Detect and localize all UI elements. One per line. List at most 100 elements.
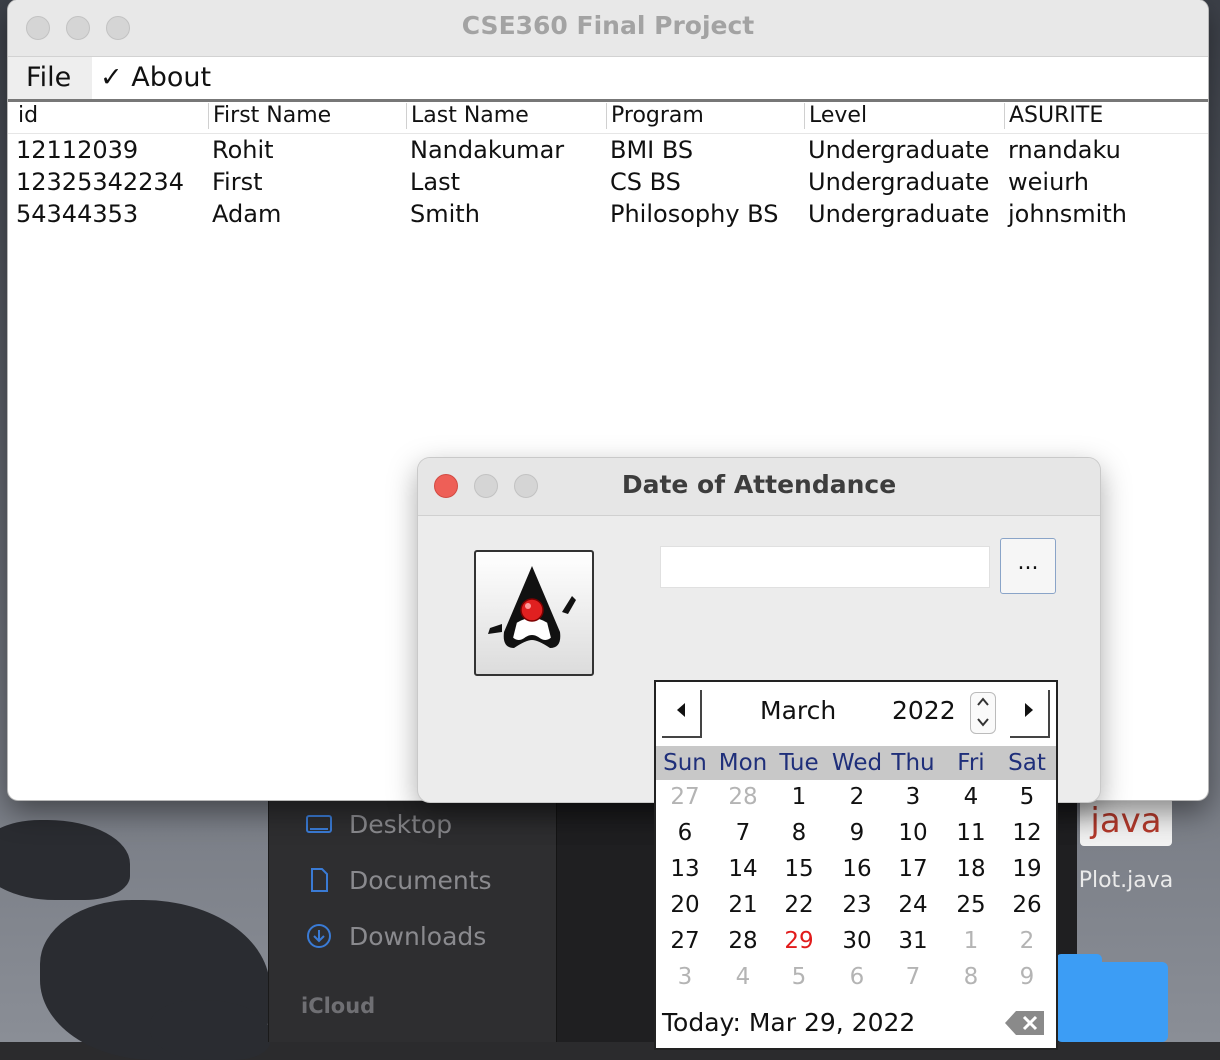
table-cell: rnandaku [1008,136,1121,164]
calendar-day-other-month[interactable]: 27 [656,784,714,810]
menu-about-label: About [131,62,212,93]
finder-section-icloud: iCloud [301,994,376,1018]
menu-about[interactable]: ✓ About [100,61,211,95]
table-cell: 12112039 [16,136,139,164]
calendar-day[interactable]: 24 [884,892,942,918]
table-cell: Last [410,168,460,196]
column-header[interactable]: Level [804,103,867,129]
calendar-day[interactable]: 30 [828,928,886,954]
calendar-day[interactable]: 27 [656,928,714,954]
date-field[interactable] [660,546,990,588]
calendar-day[interactable]: 8 [770,820,828,846]
finder-item-downloads[interactable]: Downloads [305,920,486,952]
finder-item-documents[interactable]: Documents [305,864,492,896]
weekday-label: Fri [957,750,985,776]
finder-sidebar: Desktop Documents Downloads iCloud [268,800,559,1042]
calendar-day-other-month[interactable]: 3 [656,964,714,990]
background-rock [0,820,130,900]
table-cell: Undergraduate [808,136,990,164]
table-cell: First [212,168,263,196]
calendar-day[interactable]: 2 [828,784,886,810]
folder-icon[interactable] [1056,954,1168,1042]
year-field[interactable]: 2022 [892,696,956,725]
table-row[interactable]: 12112039 Rohit Nandakumar BMI BS Undergr… [8,134,1208,166]
chevron-up-icon[interactable] [971,693,995,713]
calendar-day[interactable]: 20 [656,892,714,918]
table-row[interactable]: 54344353 Adam Smith Philosophy BS Underg… [8,198,1208,230]
menu-bar: File ✓ About [8,57,1208,102]
calendar-day[interactable]: 31 [884,928,942,954]
chevron-down-icon[interactable] [971,713,995,733]
calendar-day-other-month[interactable]: 2 [998,928,1056,954]
calendar-day[interactable]: 12 [998,820,1056,846]
column-header[interactable]: First Name [208,103,331,129]
calendar-day[interactable]: 25 [942,892,1000,918]
calendar-day-other-month[interactable]: 7 [884,964,942,990]
calendar-day[interactable]: 3 [884,784,942,810]
calendar-day[interactable]: 5 [998,784,1056,810]
dialog-title: Date of Attendance [621,470,897,499]
java-file-name[interactable]: Plot.java [1070,868,1182,893]
checkmark-icon: ✓ [100,62,123,93]
table-cell: johnsmith [1008,200,1127,228]
table-cell: Adam [212,200,282,228]
calendar-day[interactable]: 9 [828,820,886,846]
weekday-label: Wed [831,750,883,776]
calendar-day[interactable]: 4 [942,784,1000,810]
calendar-day[interactable]: 23 [828,892,886,918]
calendar-day-other-month[interactable]: 1 [942,928,1000,954]
caret-left-icon [675,702,687,723]
calendar-day[interactable]: 7 [714,820,772,846]
month-label[interactable]: March [760,696,836,725]
column-header[interactable]: Program [606,103,704,129]
calendar-day[interactable]: 10 [884,820,942,846]
table-cell: weiurh [1008,168,1089,196]
calendar-day[interactable]: 17 [884,856,942,882]
dialog-titlebar: Date of Attendance [418,458,1100,516]
table-cell: 54344353 [16,200,139,228]
calendar-day[interactable]: 26 [998,892,1056,918]
calendar-day[interactable]: 1 [770,784,828,810]
calendar-day[interactable]: 28 [714,928,772,954]
next-month-button[interactable] [1010,690,1050,738]
menu-file[interactable]: File [26,61,71,95]
today-button[interactable]: Today: Mar 29, 2022 [662,1008,915,1037]
calendar-popup: March 2022 Sun Mon Tue Wed Thu Fri Sat 2… [654,680,1058,1050]
calendar-day[interactable]: 15 [770,856,828,882]
calendar-day-other-month[interactable]: 9 [998,964,1056,990]
calendar-day-other-month[interactable]: 4 [714,964,772,990]
student-table[interactable]: id First Name Last Name Program Level AS… [8,101,1208,230]
weekday-header: Sun Mon Tue Wed Thu Fri Sat [656,746,1056,780]
calendar-day[interactable]: 6 [656,820,714,846]
column-header[interactable]: Last Name [406,103,529,129]
finder-item-desktop[interactable]: Desktop [305,808,452,840]
column-header[interactable]: id [14,103,38,129]
window-title: CSE360 Final Project [461,11,755,40]
calendar-day-other-month[interactable]: 28 [714,784,772,810]
table-cell: Philosophy BS [610,200,779,228]
calendar-day[interactable]: 21 [714,892,772,918]
calendar-day-other-month[interactable]: 8 [942,964,1000,990]
year-spinner[interactable] [970,692,996,734]
calendar-day[interactable]: 19 [998,856,1056,882]
calendar-day[interactable]: 18 [942,856,1000,882]
java-file-icon[interactable]: java [1080,798,1172,846]
calendar-day[interactable]: 11 [942,820,1000,846]
calendar-day[interactable]: 14 [714,856,772,882]
table-cell: Undergraduate [808,168,990,196]
date-picker-button[interactable]: ... [1000,538,1056,594]
calendar-day[interactable]: 16 [828,856,886,882]
column-header[interactable]: ASURITE [1004,103,1103,129]
table-cell: CS BS [610,168,681,196]
weekday-label: Mon [718,750,768,776]
document-icon [305,866,333,894]
table-cell: Smith [410,200,480,228]
calendar-day[interactable]: 22 [770,892,828,918]
calendar-day-other-month[interactable]: 5 [770,964,828,990]
calendar-day-other-month[interactable]: 6 [828,964,886,990]
previous-month-button[interactable] [662,690,702,738]
calendar-day[interactable]: 13 [656,856,714,882]
clear-date-button[interactable] [1004,1010,1046,1036]
table-row[interactable]: 12325342234 First Last CS BS Undergradua… [8,166,1208,198]
calendar-day[interactable]: 29 [770,928,828,954]
